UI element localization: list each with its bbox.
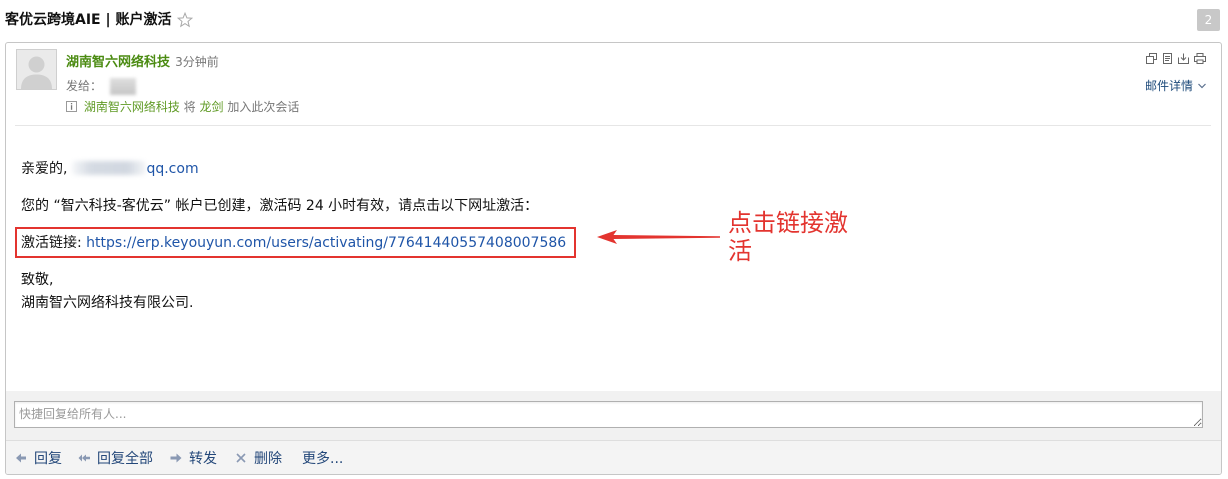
- action-bar: 回复 回复全部 转发 删除 更多...: [6, 440, 1221, 474]
- greeting-email-domain[interactable]: qq.com: [146, 161, 198, 177]
- arrow-left-icon: [597, 230, 720, 244]
- download-icon[interactable]: [1178, 53, 1189, 64]
- new-window-icon[interactable]: [1146, 53, 1157, 64]
- closing-line: 致敬,: [21, 272, 54, 288]
- greeting-text: 亲爱的,: [21, 161, 68, 177]
- reply-all-label: 回复全部: [97, 450, 153, 467]
- forward-icon: [170, 453, 182, 462]
- reply-label: 回复: [34, 450, 62, 467]
- reply-icon: [16, 453, 26, 462]
- reply-button[interactable]: 回复: [15, 441, 62, 474]
- forward-label: 转发: [189, 450, 217, 467]
- subject-row: 客优云跨境AIE | 账户激活: [5, 9, 194, 31]
- quick-reply-input[interactable]: [14, 401, 1203, 428]
- activation-label: 激活链接:: [21, 235, 82, 251]
- reply-all-icon: [78, 454, 90, 461]
- notice-person-link[interactable]: 龙剑: [200, 100, 224, 114]
- quick-reply-area: [6, 391, 1221, 440]
- activation-link-box: 激活链接: https://erp.keyouyun.com/users/act…: [15, 227, 577, 258]
- more-button[interactable]: 更多...: [302, 441, 343, 474]
- to-label: 发给：: [66, 79, 103, 93]
- reply-all-button[interactable]: 回复全部: [78, 441, 153, 474]
- more-label: 更多...: [302, 450, 344, 467]
- message-toolbar: [1146, 53, 1206, 64]
- conversation-count-badge: 2: [1197, 9, 1220, 31]
- annotation-label: 点击链接激活: [728, 209, 848, 265]
- redacted-recipient: [110, 78, 137, 95]
- print-icon[interactable]: [1194, 53, 1206, 64]
- details-label: 邮件详情: [1145, 79, 1194, 93]
- header-divider: [15, 125, 1211, 126]
- notice-actor-link[interactable]: 湖南智六网络科技: [84, 100, 180, 114]
- plain-text-icon[interactable]: [1162, 53, 1173, 64]
- sender-line: 湖南智六网络科技 3分钟前: [66, 53, 219, 71]
- default-avatar-icon: [17, 50, 56, 89]
- redacted-email-prefix: [72, 161, 147, 175]
- sender-name[interactable]: 湖南智六网络科技: [66, 55, 170, 70]
- delete-button[interactable]: 删除: [235, 441, 282, 474]
- signature-line: 湖南智六网络科技有限公司.: [21, 295, 194, 311]
- activation-link[interactable]: https://erp.keyouyun.com/users/activatin…: [86, 235, 566, 251]
- delete-icon: [236, 452, 246, 463]
- conversation-notice: 湖南智六网络科技 将 龙剑 加入此次会话: [66, 99, 299, 115]
- recipients-line: 发给：: [66, 77, 137, 95]
- star-outline-icon[interactable]: [177, 12, 194, 28]
- sent-time: 3分钟前: [175, 55, 219, 69]
- sender-avatar[interactable]: [16, 49, 57, 90]
- delete-label: 删除: [254, 450, 282, 467]
- intro-line: 您的 “智六科技-客优云” 帐户已创建，激活码 24 小时有效，请点击以下网址激…: [21, 198, 539, 214]
- notice-suffix: 加入此次会话: [227, 100, 300, 114]
- greeting-line: 亲爱的, qq.com: [21, 159, 199, 179]
- forward-button[interactable]: 转发: [170, 441, 217, 474]
- info-icon: [66, 101, 77, 112]
- notice-verb: 将: [183, 100, 196, 114]
- chevron-down-icon: [1198, 83, 1206, 89]
- mail-subject: 客优云跨境AIE | 账户激活: [5, 12, 172, 28]
- message-details-link[interactable]: 邮件详情: [1145, 78, 1206, 94]
- message-card: 湖南智六网络科技 3分钟前 发给： 湖南智六网络科技 将 龙剑 加入此次会话 邮…: [5, 42, 1222, 475]
